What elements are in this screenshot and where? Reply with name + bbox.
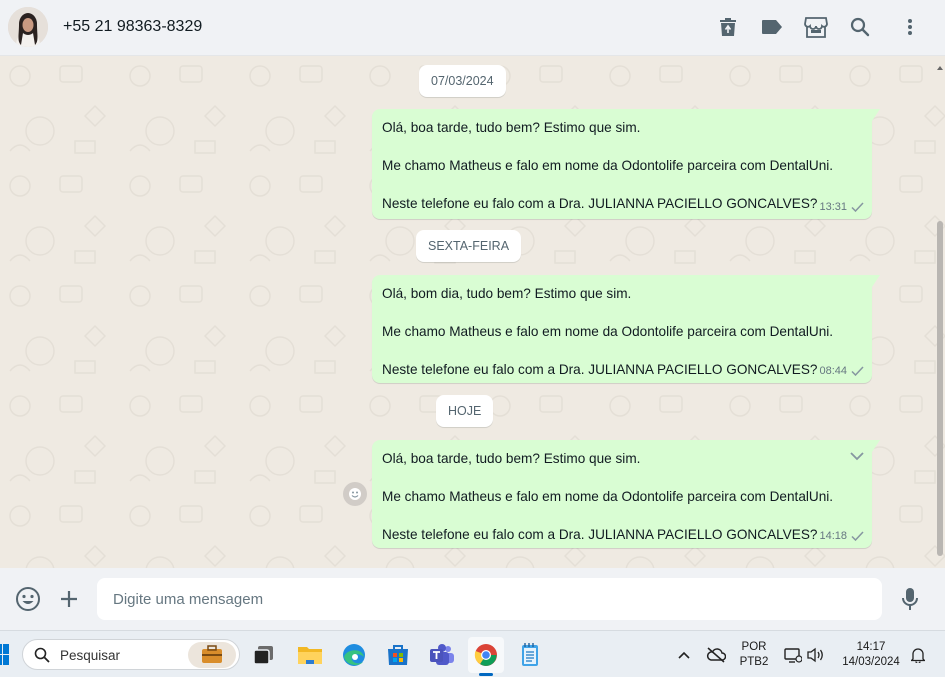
taskbar-search-label: Pesquisar <box>60 648 121 663</box>
plus-icon[interactable] <box>55 585 83 613</box>
message-line: Me chamo Matheus e falo em nome da Odont… <box>382 324 834 339</box>
chevron-down-icon[interactable] <box>850 448 864 466</box>
volume-icon[interactable] <box>804 637 828 673</box>
message-time: 08:44 <box>819 365 847 377</box>
message-bubble[interactable]: Olá, boa tarde, tudo bem? Estimo que sim… <box>372 440 880 548</box>
emoji-icon[interactable] <box>14 585 42 613</box>
message-time: 13:31 <box>819 201 847 213</box>
taskbar-search[interactable]: Pesquisar <box>22 639 240 670</box>
keyboard-language[interactable]: POR PTB2 <box>733 640 775 670</box>
message-time: 14:18 <box>819 530 847 542</box>
active-app-indicator <box>479 673 493 676</box>
smiley-icon <box>349 488 361 500</box>
microphone-icon[interactable] <box>896 585 924 613</box>
search-icon <box>34 647 50 663</box>
keyboard-layout: PTB2 <box>739 656 769 668</box>
edge-icon[interactable] <box>336 637 372 673</box>
language-code: POR <box>741 641 767 653</box>
clock-date: 14/03/2024 <box>842 656 900 668</box>
scroll-up-arrow[interactable] <box>937 58 943 70</box>
chat-scrollbar[interactable] <box>937 221 943 556</box>
label-icon[interactable] <box>759 14 785 40</box>
delete-icon[interactable] <box>715 14 741 40</box>
single-check-icon <box>851 202 864 212</box>
single-check-icon <box>851 531 864 541</box>
windows-taskbar: Pesquisar POR PTB2 14:17 14/03/2024 <box>0 630 945 677</box>
menu-icon[interactable] <box>897 14 923 40</box>
message-meta: 14:18 <box>819 530 864 542</box>
avatar[interactable] <box>8 7 48 47</box>
chat-header: +55 21 98363-8329 <box>0 0 945 56</box>
message-line: Olá, bom dia, tudo bem? Estimo que sim. <box>382 286 632 301</box>
message-line: Neste telefone eu falo com a Dra. JULIAN… <box>382 362 818 377</box>
date-chip: HOJE <box>436 395 494 427</box>
message-composer <box>0 568 945 630</box>
start-icon[interactable] <box>0 644 10 666</box>
message-line: Me chamo Matheus e falo em nome da Odont… <box>382 158 834 173</box>
network-icon[interactable] <box>782 637 804 673</box>
notification-bell-icon[interactable] <box>906 637 930 673</box>
message-line: Neste telefone eu falo com a Dra. JULIAN… <box>382 527 818 542</box>
message-input[interactable] <box>97 578 882 620</box>
store-icon[interactable] <box>803 14 829 40</box>
briefcase-icon <box>188 642 236 668</box>
date-chip: SEXTA-FEIRA <box>416 230 522 262</box>
chrome-icon[interactable] <box>468 637 504 673</box>
chat-area: 07/03/2024 Olá, boa tarde, tudo bem? Est… <box>0 56 945 568</box>
search-icon[interactable] <box>847 14 873 40</box>
file-explorer-icon[interactable] <box>292 637 328 673</box>
message-meta: 13:31 <box>819 201 864 213</box>
date-chip: 07/03/2024 <box>419 65 506 97</box>
notepad-icon[interactable] <box>512 637 548 673</box>
clock-time: 14:17 <box>856 641 886 653</box>
message-bubble[interactable]: Olá, bom dia, tudo bem? Estimo que sim. … <box>372 275 880 383</box>
message-line: Olá, boa tarde, tudo bem? Estimo que sim… <box>382 120 641 135</box>
clock[interactable]: 14:17 14/03/2024 <box>836 640 906 670</box>
message-meta: 08:44 <box>819 365 864 377</box>
chevron-up-icon[interactable] <box>666 637 702 673</box>
onedrive-offline-icon[interactable] <box>698 637 734 673</box>
message-bubble[interactable]: Olá, boa tarde, tudo bem? Estimo que sim… <box>372 109 880 219</box>
emoji-reaction-button[interactable] <box>343 482 367 506</box>
teams-icon[interactable] <box>424 637 460 673</box>
microsoft-store-icon[interactable] <box>380 637 416 673</box>
contact-name[interactable]: +55 21 98363-8329 <box>63 18 202 36</box>
message-line: Neste telefone eu falo com a Dra. JULIAN… <box>382 196 818 211</box>
message-line: Me chamo Matheus e falo em nome da Odont… <box>382 489 834 504</box>
message-line: Olá, boa tarde, tudo bem? Estimo que sim… <box>382 451 641 466</box>
task-view-icon[interactable] <box>246 637 282 673</box>
single-check-icon <box>851 366 864 376</box>
